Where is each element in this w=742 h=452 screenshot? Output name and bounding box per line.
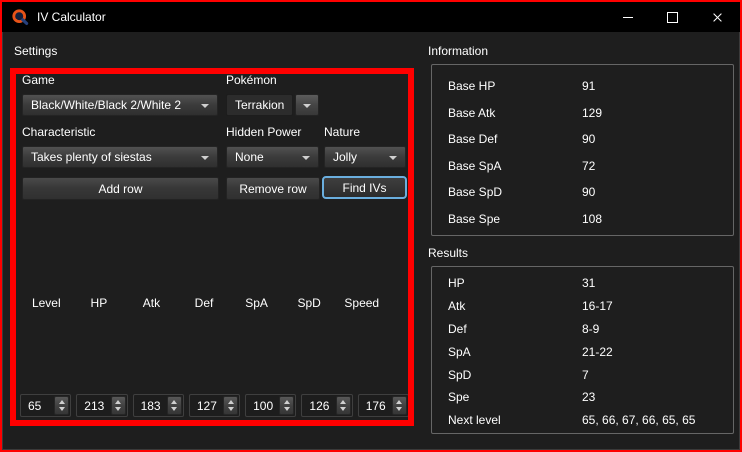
spin-up-icon <box>396 400 402 404</box>
level-input[interactable]: 65 <box>20 394 71 417</box>
spin-up-icon <box>228 400 234 404</box>
game-select[interactable]: Black/White/Black 2/White 2 <box>22 94 218 116</box>
info-row-base-spa: Base SpA 72 <box>432 153 733 180</box>
settings-section-label: Settings <box>14 44 57 58</box>
info-row-base-spd: Base SpD 90 <box>432 179 733 206</box>
nature-select[interactable]: Jolly <box>324 146 406 168</box>
spin-up-icon <box>115 400 121 404</box>
def-input[interactable]: 127 <box>189 394 240 417</box>
spa-value: 100 <box>246 399 279 413</box>
chevron-down-icon <box>201 104 209 108</box>
spinner-buttons[interactable] <box>392 396 407 415</box>
spin-up-icon <box>340 400 346 404</box>
chevron-down-icon <box>303 104 311 108</box>
add-row-button[interactable]: Add row <box>22 177 219 200</box>
information-box: Base HP 91 Base Atk 129 Base Def 90 Base… <box>431 64 734 236</box>
stat-header-speed: Speed <box>335 296 388 310</box>
stat-header-def: Def <box>178 296 231 310</box>
hidden-power-select-value: None <box>235 150 264 164</box>
result-row-atk: Atk 16-17 <box>432 295 733 318</box>
hp-value: 213 <box>77 399 110 413</box>
spd-value: 126 <box>302 399 335 413</box>
spin-down-icon <box>115 407 121 411</box>
spd-input[interactable]: 126 <box>301 394 352 417</box>
characteristic-label: Characteristic <box>22 125 95 139</box>
info-row-base-hp: Base HP 91 <box>432 73 733 100</box>
spin-down-icon <box>171 407 177 411</box>
spinner-buttons[interactable] <box>111 396 126 415</box>
hidden-power-label: Hidden Power <box>226 125 301 139</box>
spinner-buttons[interactable] <box>223 396 238 415</box>
def-value: 127 <box>190 399 223 413</box>
spinner-buttons[interactable] <box>279 396 294 415</box>
chevron-down-icon <box>201 156 209 160</box>
remove-row-button[interactable]: Remove row <box>226 177 320 200</box>
result-row-spe: Spe 23 <box>432 386 733 409</box>
spinner-buttons[interactable] <box>54 396 69 415</box>
pokemon-select-value: Terrakion <box>235 98 284 112</box>
stat-header-spd: SpD <box>283 296 336 310</box>
nature-select-value: Jolly <box>333 150 357 164</box>
result-row-def: Def 8-9 <box>432 318 733 341</box>
stat-header-hp: HP <box>73 296 126 310</box>
pokemon-select[interactable]: Terrakion <box>226 94 319 116</box>
atk-value: 183 <box>134 399 167 413</box>
info-row-base-spe: Base Spe 108 <box>432 206 733 233</box>
spin-down-icon <box>59 407 65 411</box>
info-row-base-def: Base Def 90 <box>432 126 733 153</box>
spin-up-icon <box>171 400 177 404</box>
chevron-down-icon <box>389 156 397 160</box>
spin-up-icon <box>284 400 290 404</box>
app-window: IV Calculator Settings Game Pokémon Char… <box>0 0 742 452</box>
minimize-icon <box>623 17 633 18</box>
app-icon <box>11 8 29 26</box>
find-ivs-button[interactable]: Find IVs <box>322 176 407 199</box>
result-row-spa: SpA 21-22 <box>432 340 733 363</box>
speed-input[interactable]: 176 <box>358 394 409 417</box>
information-section-label: Information <box>428 44 488 58</box>
stat-input-row: 65 213 183 127 100 126 176 <box>20 394 409 417</box>
game-select-value: Black/White/Black 2/White 2 <box>31 98 181 112</box>
atk-input[interactable]: 183 <box>133 394 184 417</box>
close-button[interactable] <box>695 2 740 32</box>
hp-input[interactable]: 213 <box>76 394 127 417</box>
characteristic-select-value: Takes plenty of siestas <box>31 150 152 164</box>
chevron-down-icon <box>302 156 310 160</box>
spinner-buttons[interactable] <box>336 396 351 415</box>
minimize-button[interactable] <box>605 2 650 32</box>
spin-down-icon <box>340 407 346 411</box>
stat-header-spa: SpA <box>230 296 283 310</box>
hidden-power-select[interactable]: None <box>226 146 319 168</box>
pokemon-label: Pokémon <box>226 73 277 87</box>
speed-value: 176 <box>359 399 392 413</box>
stat-header-atk: Atk <box>125 296 178 310</box>
level-value: 65 <box>21 399 54 413</box>
stat-column-headers: Level HP Atk Def SpA SpD Speed <box>20 296 388 310</box>
maximize-icon <box>667 12 678 23</box>
spinner-buttons[interactable] <box>167 396 182 415</box>
spin-down-icon <box>228 407 234 411</box>
stat-header-level: Level <box>20 296 73 310</box>
spin-up-icon <box>59 400 65 404</box>
info-row-base-atk: Base Atk 129 <box>432 100 733 127</box>
spa-input[interactable]: 100 <box>245 394 296 417</box>
maximize-button[interactable] <box>650 2 695 32</box>
result-row-next-level: Next level 65, 66, 67, 66, 65, 65 <box>432 409 733 432</box>
pokemon-select-field[interactable]: Terrakion <box>226 94 293 116</box>
results-section-label: Results <box>428 246 468 260</box>
titlebar: IV Calculator <box>2 2 740 32</box>
results-box: HP 31 Atk 16-17 Def 8-9 SpA 21-22 SpD 7 … <box>431 266 734 434</box>
nature-label: Nature <box>324 125 360 139</box>
result-row-spd: SpD 7 <box>432 363 733 386</box>
window-controls <box>605 2 740 32</box>
spin-down-icon <box>284 407 290 411</box>
window-title: IV Calculator <box>37 10 106 24</box>
characteristic-select[interactable]: Takes plenty of siestas <box>22 146 218 168</box>
highlight-box <box>10 68 414 426</box>
game-label: Game <box>22 73 55 87</box>
pokemon-dropdown-button[interactable] <box>295 94 319 116</box>
spin-down-icon <box>396 407 402 411</box>
result-row-hp: HP 31 <box>432 272 733 295</box>
close-icon <box>712 12 723 23</box>
